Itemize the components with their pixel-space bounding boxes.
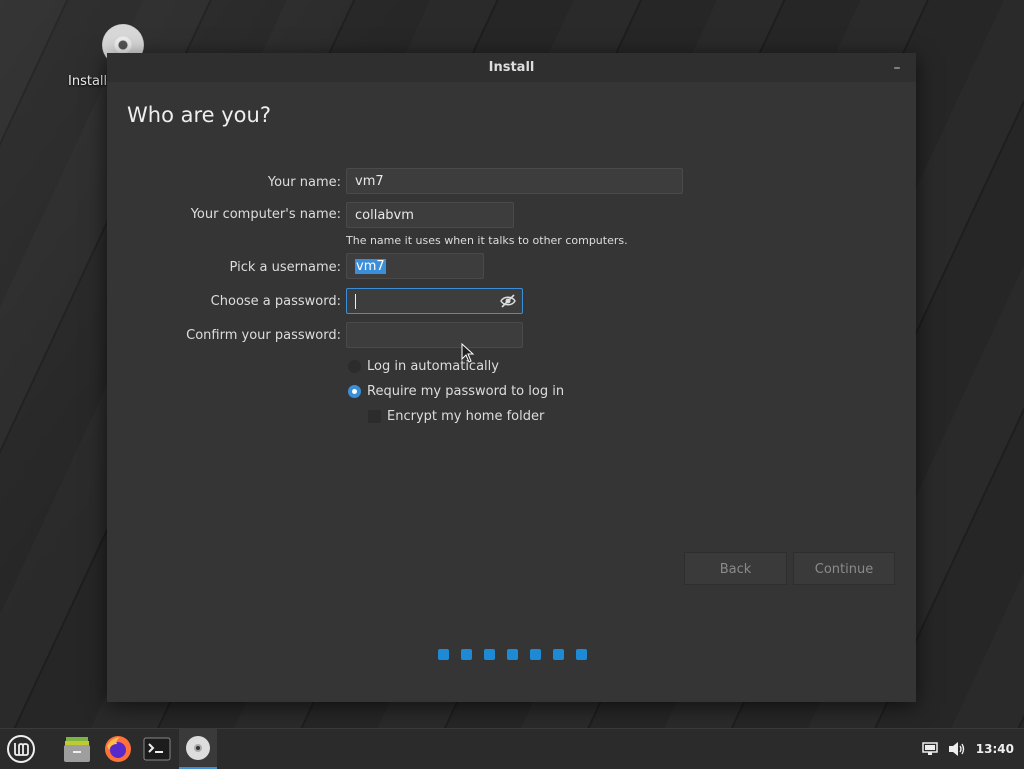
- text-caret: [355, 294, 356, 309]
- name-field[interactable]: vm7: [346, 168, 683, 194]
- computer-name-hint: The name it uses when it talks to other …: [346, 234, 628, 247]
- installer-icon: [186, 736, 210, 760]
- password-field[interactable]: [346, 288, 523, 314]
- hide-password-icon[interactable]: [500, 293, 516, 309]
- username-label: Pick a username:: [229, 260, 341, 275]
- progress-dot: [530, 649, 541, 660]
- computer-name-field[interactable]: collabvm: [346, 202, 514, 228]
- encrypt-home-checkbox[interactable]: [368, 410, 381, 423]
- name-value: vm7: [355, 174, 384, 189]
- menu-icon: [7, 735, 35, 763]
- taskbar-terminal[interactable]: [138, 729, 176, 769]
- password-label: Choose a password:: [210, 294, 341, 309]
- menu-button[interactable]: [2, 729, 40, 769]
- taskbar: 13:40: [0, 728, 1024, 769]
- mouse-cursor-icon: [461, 343, 475, 363]
- auto-login-label: Log in automatically: [367, 359, 499, 374]
- progress-dot: [484, 649, 495, 660]
- network-icon[interactable]: [922, 742, 938, 756]
- confirm-password-label: Confirm your password:: [186, 328, 341, 343]
- require-password-label: Require my password to log in: [367, 384, 565, 399]
- page-title: Who are you?: [127, 103, 271, 127]
- progress-dot: [576, 649, 587, 660]
- minimize-icon[interactable]: –: [890, 61, 904, 75]
- computer-name-label: Your computer's name:: [190, 207, 341, 222]
- username-value: vm7: [355, 259, 386, 274]
- auto-login-radio[interactable]: [348, 360, 361, 373]
- window-titlebar[interactable]: Install –: [107, 53, 916, 82]
- window-title: Install: [488, 60, 535, 75]
- progress-dot: [461, 649, 472, 660]
- computer-name-value: collabvm: [355, 208, 414, 223]
- taskbar-installer[interactable]: [179, 729, 217, 769]
- system-tray: 13:40: [922, 729, 1014, 769]
- username-field[interactable]: vm7: [346, 253, 484, 279]
- auto-login-option[interactable]: Log in automatically: [348, 359, 499, 374]
- confirm-password-field[interactable]: [346, 322, 523, 348]
- encrypt-home-option[interactable]: Encrypt my home folder: [368, 409, 544, 424]
- require-password-radio[interactable]: [348, 385, 361, 398]
- progress-dot: [438, 649, 449, 660]
- taskbar-firefox[interactable]: [99, 729, 137, 769]
- installer-window: Install – Who are you? Your name: vm7 Yo…: [107, 53, 916, 702]
- progress-dot: [507, 649, 518, 660]
- terminal-icon: [143, 737, 171, 761]
- progress-indicator: [438, 649, 587, 660]
- name-label: Your name:: [267, 175, 341, 190]
- encrypt-home-label: Encrypt my home folder: [387, 409, 545, 424]
- require-password-option[interactable]: Require my password to log in: [348, 384, 564, 399]
- taskbar-files[interactable]: [58, 729, 96, 769]
- firefox-icon: [105, 736, 131, 762]
- back-button[interactable]: Back: [684, 552, 787, 585]
- continue-button[interactable]: Continue: [793, 552, 895, 585]
- clock[interactable]: 13:40: [976, 742, 1014, 756]
- files-icon: [64, 737, 90, 762]
- progress-dot: [553, 649, 564, 660]
- volume-icon[interactable]: [948, 741, 966, 757]
